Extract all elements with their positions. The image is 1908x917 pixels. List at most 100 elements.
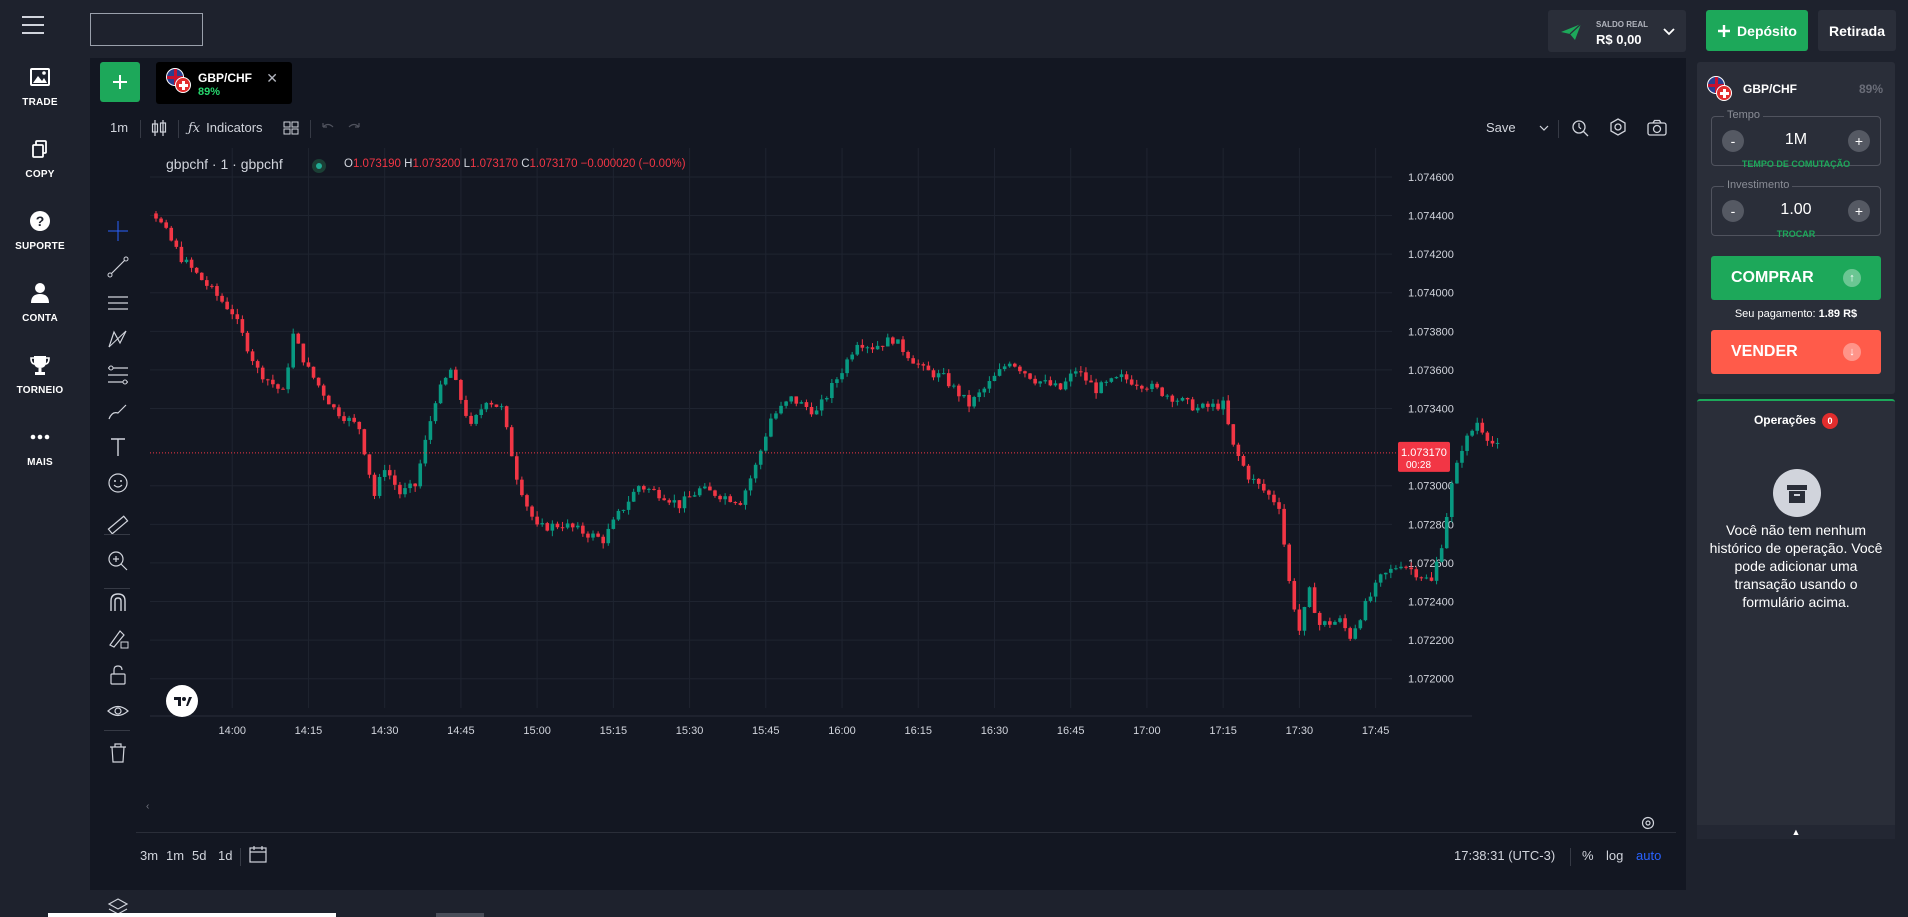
layout-grid-icon[interactable] — [282, 116, 300, 140]
zoom-in-icon[interactable] — [106, 549, 130, 573]
fib-icon[interactable] — [106, 363, 130, 387]
camera-icon[interactable] — [1646, 116, 1668, 140]
save-label: Save — [1486, 120, 1516, 135]
x-tick-label: 17:00 — [1133, 725, 1161, 737]
investment-label: Investimento — [1724, 179, 1793, 191]
trend-line-icon[interactable] — [106, 255, 130, 279]
chevron-down-icon[interactable] — [1538, 116, 1550, 140]
brush-icon[interactable] — [106, 399, 130, 423]
candle-body — [896, 339, 900, 344]
menu-icon[interactable] — [22, 16, 44, 34]
chevron-down-icon — [1663, 28, 1675, 36]
balance-selector[interactable]: SALDO REAL R$ 0,00 — [1548, 10, 1686, 52]
candle-body — [901, 339, 905, 352]
candle-body — [1185, 397, 1190, 400]
candle-body — [1312, 587, 1317, 613]
candles-icon[interactable] — [150, 116, 168, 140]
chevron-up-icon[interactable]: ▲ — [1697, 825, 1895, 839]
settings-icon[interactable] — [1608, 116, 1628, 140]
scrollbar-thumb[interactable] — [436, 913, 484, 917]
crosshair-icon[interactable] — [106, 219, 130, 243]
eye-icon[interactable] — [106, 699, 130, 723]
candle-body — [326, 395, 331, 405]
range-1d[interactable]: 1d — [218, 848, 232, 863]
nav-item-trade[interactable]: TRADE — [0, 66, 80, 110]
nav-item-copy[interactable]: COPY — [0, 138, 80, 182]
save-layout-button[interactable]: Save — [1486, 116, 1516, 140]
candle-body — [784, 401, 788, 406]
redo-icon[interactable] — [346, 116, 362, 140]
buy-button[interactable]: COMPRAR ↑ — [1711, 256, 1881, 300]
clock-timezone[interactable]: 17:38:31 (UTC-3) — [1454, 848, 1555, 863]
candle-body — [443, 377, 448, 385]
quick-search-icon[interactable] — [1570, 116, 1590, 140]
candle-body — [250, 351, 255, 362]
nav-item-account[interactable]: CONTA — [0, 282, 80, 326]
nav-label: MAIS — [27, 457, 53, 468]
deposit-button[interactable]: Depósito — [1706, 10, 1808, 51]
price-chart[interactable]: 1.074600 1.074400 1.074200 1.074000 1.073800… — [150, 148, 1680, 838]
investment-plus-button[interactable]: + — [1848, 200, 1870, 222]
candle-body — [1460, 450, 1464, 463]
magnet-icon[interactable] — [106, 591, 130, 615]
nav-item-tournament[interactable]: TORNEIO — [0, 354, 80, 398]
trash-icon[interactable] — [106, 741, 130, 765]
withdraw-button[interactable]: Retirada — [1818, 10, 1896, 51]
candle-body — [1429, 577, 1434, 581]
x-tick-label: 17:45 — [1362, 725, 1390, 737]
x-tick-label: 17:30 — [1286, 725, 1314, 737]
candle-body — [703, 486, 707, 489]
candle-body — [799, 402, 804, 404]
candle-body — [1363, 600, 1368, 621]
candle-body — [708, 486, 712, 491]
asset-tab-gbpchf[interactable]: GBP/CHF 89% ✕ — [156, 62, 292, 104]
emoji-icon[interactable] — [106, 471, 130, 495]
range-1m[interactable]: 1m — [166, 848, 184, 863]
indicators-button[interactable]: ƒx Indicators — [188, 116, 263, 140]
logo-placeholder[interactable] — [90, 13, 203, 46]
add-asset-tab-button[interactable] — [100, 62, 140, 102]
interval-selector[interactable]: 1m — [110, 116, 128, 140]
candle-body — [1007, 363, 1012, 367]
nav-item-more[interactable]: MAIS — [0, 426, 80, 470]
unlock-icon[interactable] — [106, 663, 130, 687]
candle-body — [438, 384, 443, 404]
candle-body — [535, 516, 539, 525]
percent-toggle[interactable]: % — [1582, 848, 1594, 863]
text-icon[interactable] — [106, 435, 130, 459]
time-plus-button[interactable]: + — [1848, 130, 1870, 152]
candle-body — [809, 407, 814, 415]
log-toggle[interactable]: log — [1606, 848, 1623, 863]
x-tick-label: 16:45 — [1057, 725, 1085, 737]
sell-button[interactable]: VENDER ↓ — [1711, 330, 1881, 374]
candle-body — [870, 347, 875, 350]
bottom-toolbar-divider — [136, 832, 1676, 833]
auto-toggle[interactable]: auto — [1636, 848, 1661, 863]
time-switch-link[interactable]: TEMPO DE COMUTAÇÃO — [1711, 159, 1881, 169]
calendar-range-icon[interactable] — [248, 844, 268, 864]
horizontal-lines-icon[interactable] — [106, 291, 130, 315]
axis-settings-icon[interactable] — [1640, 815, 1656, 831]
nav-item-support[interactable]: ? SUPORTE — [0, 210, 80, 254]
investment-switch-link[interactable]: TROCAR — [1711, 229, 1881, 239]
ohlc-values: O1.073190 H1.073200 L1.073170 C1.073170 … — [344, 158, 686, 170]
operations-title[interactable]: Operações 0 — [1697, 413, 1895, 429]
range-5d[interactable]: 5d — [192, 848, 206, 863]
close-tab-icon[interactable]: ✕ — [266, 70, 278, 87]
y-tick-label: 1.074200 — [1408, 249, 1454, 261]
lock-drawing-icon[interactable] — [106, 627, 130, 651]
x-tick-label: 16:30 — [981, 725, 1009, 737]
candle-body — [174, 240, 179, 247]
candle-body — [1216, 403, 1220, 410]
undo-icon[interactable] — [320, 116, 336, 140]
candle-body — [672, 500, 677, 503]
candle-body — [423, 439, 428, 464]
range-3m[interactable]: 3m — [140, 848, 158, 863]
tradingview-logo[interactable] — [166, 685, 198, 717]
candle-body — [916, 363, 921, 365]
candle-body — [1465, 435, 1469, 451]
pattern-icon[interactable] — [106, 327, 130, 351]
candle-body — [1160, 387, 1164, 396]
candle-body — [662, 498, 666, 501]
scrollbar-track[interactable] — [48, 913, 336, 917]
